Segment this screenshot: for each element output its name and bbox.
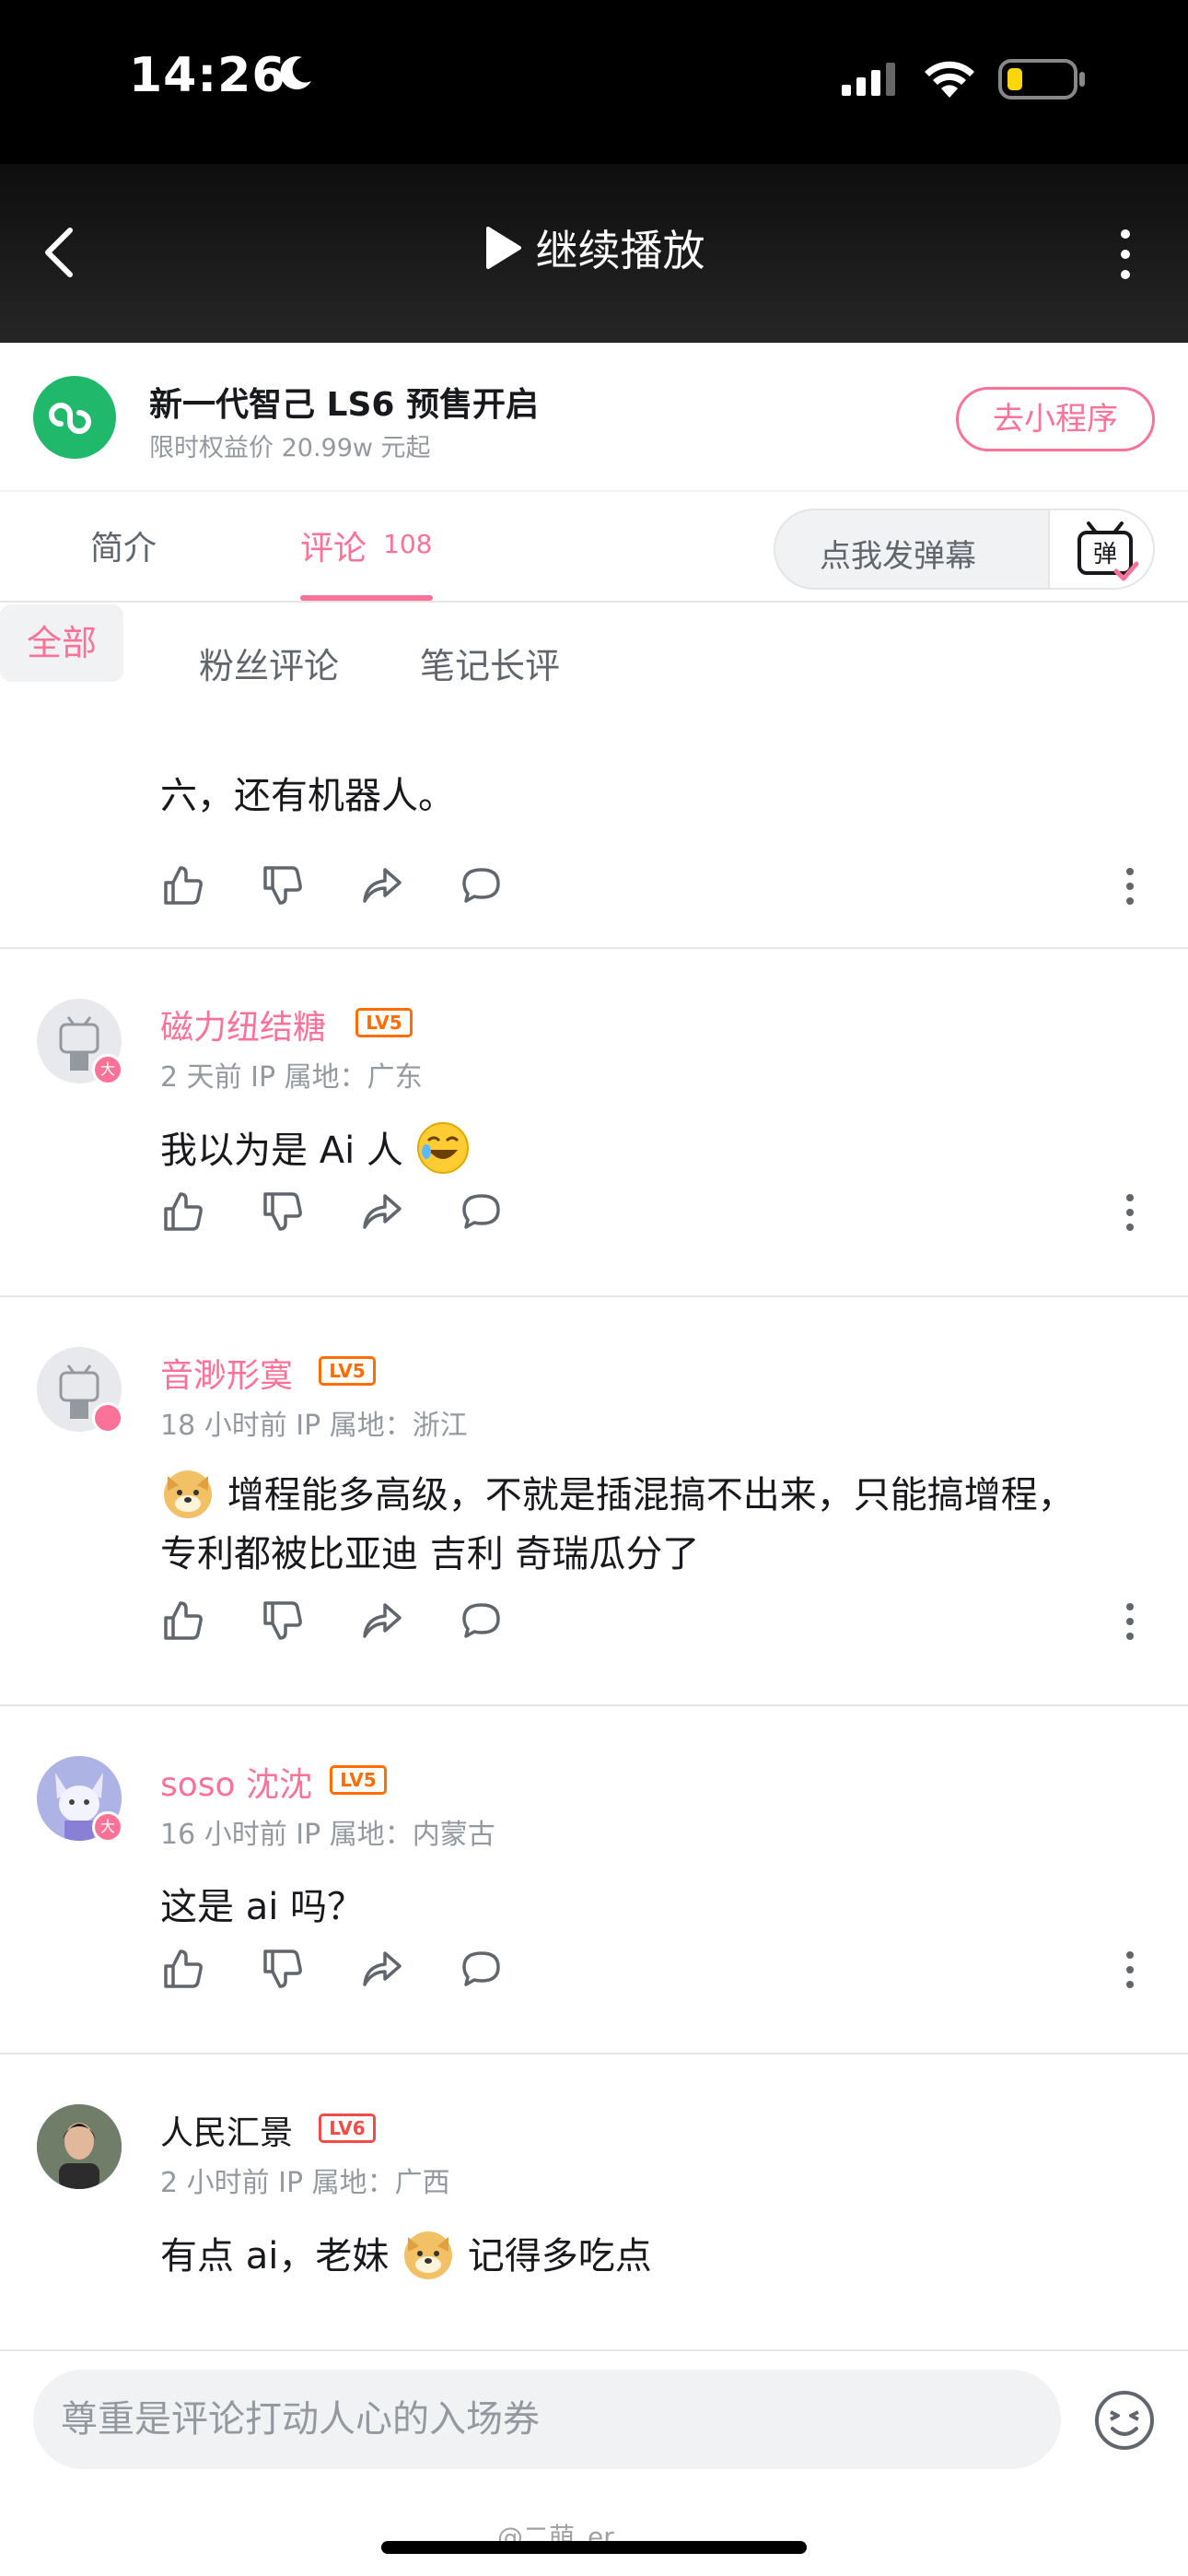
doge-emoji-icon (404, 2231, 453, 2279)
more-vertical-icon[interactable] (1116, 228, 1135, 280)
danmaku-toggle-button[interactable]: 弹 (1048, 510, 1153, 588)
danmaku-placeholder: 点我发弹幕 (820, 538, 976, 575)
like-icon[interactable] (160, 1946, 206, 1992)
play-icon (486, 227, 522, 269)
username[interactable]: 磁力纽结糖 (160, 1001, 326, 1048)
mini-program-ad[interactable]: 新一代智己 LS6 预售开启 限时权益价 20.99w 元起 去小程序 (0, 343, 1188, 492)
danmaku-icon: 弹 (1077, 521, 1139, 581)
comment-more-icon[interactable] (1124, 866, 1136, 907)
signal-icon (842, 63, 895, 96)
doge-emoji-icon (164, 1470, 212, 1518)
comment-text-wrap: 有点 ai，老妹 记得多吃点 (160, 2226, 1118, 2286)
comment-item: 大 soso 沈沈 LV5 16 小时前 IP 属地：内蒙古 这是 ai 吗？ (0, 1706, 1188, 2055)
tab-intro[interactable]: 简介 (90, 521, 157, 569)
reply-icon[interactable] (459, 1598, 505, 1644)
comment-meta: 2 天前 IP 属地：广东 (160, 1061, 423, 1094)
ad-subtitle: 限时权益价 20.99w 元起 (149, 434, 431, 463)
comment-text-wrap: 增程能多高级，不就是插混搞不出来，只能搞增程，专利都被比亚迪 吉利 奇瑞瓜分了 (160, 1465, 1109, 1584)
member-badge: 大 (92, 1811, 123, 1843)
like-icon[interactable] (160, 862, 206, 908)
comments-count: 108 (383, 529, 433, 559)
dislike-icon[interactable] (260, 1188, 306, 1235)
home-indicator (381, 2541, 807, 2554)
comment-item: 音渺形寞 LV5 18 小时前 IP 属地：浙江 增程能多高级，不就是插混搞不出… (0, 1297, 1188, 1706)
username[interactable]: 音渺形寞 (160, 1349, 293, 1397)
comment-text: 六，还有机器人。 (160, 775, 455, 817)
comment-item: 人民汇景 LV6 2 小时前 IP 属地：广西 有点 ai，老妹 记得多吃点 (0, 2055, 1188, 2349)
svg-text:弹: 弹 (1093, 541, 1117, 568)
comment-text: 有点 ai，老妹 (160, 2235, 390, 2277)
level-badge: LV6 (319, 2113, 376, 2143)
comment-actions (160, 1598, 1155, 1644)
comment-input[interactable] (33, 2370, 1061, 2469)
share-icon[interactable] (359, 1598, 405, 1644)
like-icon[interactable] (160, 1598, 206, 1644)
emoji-icon[interactable] (1092, 2388, 1157, 2453)
status-time: 14:26 (129, 48, 286, 103)
comment-text: 我以为是 Ai 人 (160, 1130, 403, 1172)
wifi-icon (925, 61, 974, 98)
ad-title: 新一代智己 LS6 预售开启 (149, 386, 539, 424)
dislike-icon[interactable] (260, 1946, 306, 1992)
tab-bar: 简介 评论 108 点我发弹幕 弹 (0, 492, 1188, 603)
continue-play-label: 继续播放 (535, 226, 705, 275)
filter-all[interactable]: 全部 (0, 604, 123, 682)
status-bar: 14:26 (0, 0, 1188, 164)
comment-text: 这是 ai 吗？ (160, 1886, 365, 1928)
comment-list: 六，还有机器人。 大 磁力纽结糖 LV5 2 天前 IP 属地：广东 我以为是 … (0, 715, 1188, 2349)
active-tab-indicator (300, 595, 433, 601)
comment-actions (160, 862, 1155, 908)
video-header: 继续播放 (0, 164, 1188, 343)
filter-fans[interactable]: 粉丝评论 (199, 638, 339, 688)
comment-filters: 全部 粉丝评论 笔记长评 (0, 604, 1188, 715)
level-badge: LV5 (319, 1356, 376, 1386)
moon-icon (280, 56, 311, 90)
mini-program-icon (33, 376, 116, 459)
dislike-icon[interactable] (260, 1598, 306, 1644)
comment-item: 大 磁力纽结糖 LV5 2 天前 IP 属地：广东 我以为是 Ai 人 (0, 949, 1188, 1297)
comment-text: 增程能多高级，不就是插混搞不出来，只能搞增程，专利都被比亚迪 吉利 奇瑞瓜分了 (160, 1474, 1075, 1575)
dislike-icon[interactable] (260, 862, 306, 908)
reply-icon[interactable] (459, 862, 505, 908)
comment-meta: 16 小时前 IP 属地：内蒙古 (160, 1819, 495, 1851)
tab-comments[interactable]: 评论 (300, 521, 367, 569)
comment-actions (160, 1946, 1155, 1992)
danmaku-input[interactable]: 点我发弹幕 弹 (774, 509, 1155, 590)
username[interactable]: soso 沈沈 (160, 1758, 312, 1806)
comment-more-icon[interactable] (1124, 1192, 1136, 1233)
comment-item: 六，还有机器人。 (0, 715, 1188, 949)
share-icon[interactable] (359, 1946, 405, 1992)
comment-more-icon[interactable] (1124, 1601, 1136, 1642)
tv-badge-icon (92, 1402, 123, 1434)
share-icon[interactable] (359, 1188, 405, 1235)
share-icon[interactable] (359, 862, 405, 908)
comment-input-bar: @二萌_er (0, 2349, 1188, 2576)
username[interactable]: 人民汇景 (160, 2106, 293, 2154)
comment-actions (160, 1188, 1155, 1235)
level-badge: LV5 (355, 1008, 413, 1037)
comment-meta: 2 小时前 IP 属地：广西 (160, 2167, 450, 2199)
filter-long-notes[interactable]: 笔记长评 (420, 638, 560, 688)
member-badge: 大 (92, 1054, 123, 1085)
level-badge: LV5 (330, 1765, 387, 1795)
like-icon[interactable] (160, 1188, 206, 1235)
continue-play-button[interactable]: 继续播放 (0, 217, 1188, 278)
comment-more-icon[interactable] (1124, 1950, 1136, 1990)
comment-text: 记得多吃点 (467, 2235, 652, 2277)
reply-icon[interactable] (459, 1188, 505, 1235)
reply-icon[interactable] (459, 1946, 505, 1992)
open-mini-program-button[interactable]: 去小程序 (956, 387, 1155, 451)
laughing-emoji-icon (416, 1122, 469, 1174)
comment-text-wrap: 我以为是 Ai 人 (160, 1120, 1118, 1180)
avatar[interactable] (37, 2104, 122, 2189)
comment-meta: 18 小时前 IP 属地：浙江 (160, 1410, 468, 1442)
battery-icon (998, 59, 1085, 100)
